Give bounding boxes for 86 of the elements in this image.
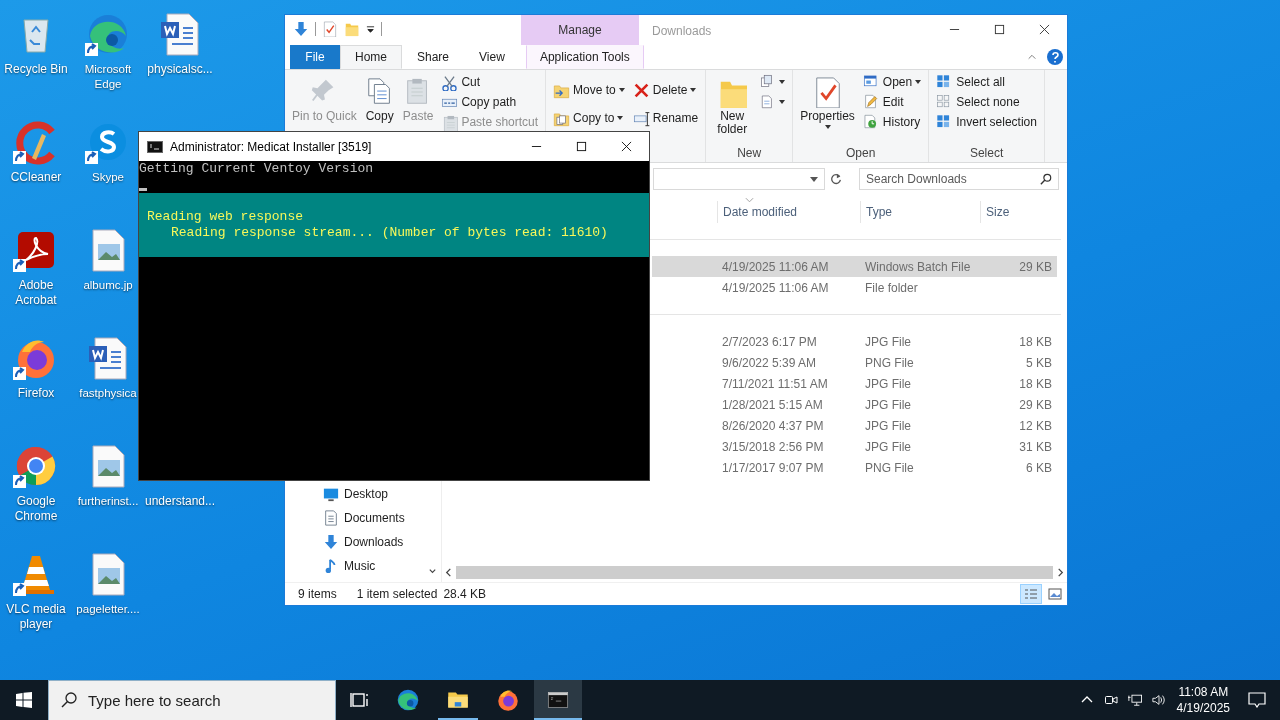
text-cursor (139, 188, 147, 191)
desktop-icon-label[interactable]: Google Chrome (0, 494, 72, 524)
search-icon (1040, 173, 1052, 185)
sort-caret-icon (745, 197, 754, 203)
ribbon-button[interactable]: History (859, 112, 925, 132)
terminal-icon (147, 140, 163, 153)
progress-detail: Reading response stream... (Number of bytes read: 11610) (170, 225, 609, 241)
refresh-icon[interactable] (829, 172, 843, 186)
caret-icon[interactable] (810, 176, 818, 182)
document-icon (323, 510, 339, 526)
window-title: Administrator: Medicat Installer [3519] (170, 139, 372, 154)
ribbon-button[interactable]: Delete (629, 80, 702, 100)
scroll-down-icon[interactable] (428, 567, 437, 576)
ribbon-button[interactable]: Invert selection (933, 112, 1040, 132)
download-icon (323, 534, 339, 550)
file-row[interactable]: 8/26/2020 4:37 PM JPG File 12 KB (652, 415, 1057, 436)
ribbon-tab[interactable]: Share (402, 45, 465, 69)
delete-icon (632, 81, 650, 99)
desktop-icon-label[interactable]: VLC media player (0, 602, 72, 632)
rename-icon (632, 109, 650, 127)
ribbon-tab[interactable]: Application Tools (525, 45, 644, 69)
file-row[interactable]: 4/19/2025 11:06 AM File folder (652, 277, 1057, 298)
clock-date[interactable]: 4/19/2025 (1176, 700, 1230, 716)
nav-pane-item[interactable]: Desktop (323, 482, 441, 506)
help-icon[interactable] (1047, 49, 1063, 65)
ribbon-button[interactable]: Cut (438, 72, 542, 92)
caret-icon[interactable] (366, 24, 375, 34)
nav-pane-item[interactable]: Music (323, 554, 441, 578)
ribbon-button[interactable]: Copy to (550, 108, 628, 128)
properties-icon[interactable] (322, 21, 338, 37)
scrollbar-thumb[interactable] (456, 565, 1053, 579)
search-icon (61, 692, 77, 708)
ribbon-button[interactable]: Copy (361, 72, 398, 127)
search-field[interactable]: Type here to search (48, 680, 336, 720)
ribbon-button[interactable]: Select all (933, 72, 1040, 92)
ribbon-group-label: Select (968, 146, 1005, 162)
file-row[interactable]: 2/7/2023 6:17 PM JPG File 18 KB (652, 331, 1057, 352)
scissors-icon (441, 73, 459, 91)
file-row[interactable]: 3/15/2018 2:56 PM JPG File 31 KB (652, 436, 1057, 457)
clipboard-icon (441, 113, 459, 131)
console-line: Getting Current Ventoy Version (139, 161, 375, 177)
download-icon[interactable] (293, 21, 309, 37)
file-row[interactable]: 7/11/2021 11:51 AM JPG File 18 KB (652, 373, 1057, 394)
file-row[interactable]: 9/6/2022 5:39 AM PNG File 5 KB (652, 352, 1057, 373)
window-title: Downloads (652, 24, 712, 38)
file-menu-button[interactable]: File (290, 45, 340, 69)
ribbon-button[interactable]: Move to (550, 80, 628, 100)
nav-pane-item[interactable]: Downloads (323, 530, 441, 554)
taskbar-app-button[interactable] (534, 680, 582, 720)
ribbon-tab[interactable]: View (464, 45, 520, 69)
edge-icon (395, 687, 421, 713)
list-icon (1024, 588, 1038, 600)
selected-file-row[interactable]: 4/19/2025 11:06 AM Windows Batch File 29 KB (652, 256, 1057, 277)
desktop-icon-label[interactable]: understand... (144, 494, 216, 509)
file-row[interactable]: 1/17/2017 9:07 PM PNG File 6 KB (652, 457, 1057, 478)
ribbon-tab[interactable]: Home (340, 45, 402, 69)
clock-time[interactable]: 11:08 AM (1178, 684, 1229, 700)
image-icon (1048, 588, 1062, 600)
column-header[interactable]: Type (860, 201, 980, 223)
contextual-tab-header: Manage (521, 15, 639, 45)
search-field[interactable]: Search Downloads (859, 168, 1059, 190)
nav-pane-item[interactable]: Documents (323, 506, 441, 530)
ribbon-button[interactable]: Select none (933, 92, 1040, 112)
ribbon-button[interactable]: New folder (710, 72, 755, 140)
ribbon-group-label: New (736, 146, 763, 162)
column-header[interactable]: Date modified (717, 201, 860, 223)
ribbon-button[interactable]: Rename (629, 108, 702, 128)
pencil-icon (862, 93, 880, 111)
selection-count: 1 item selected (356, 587, 438, 601)
column-header[interactable]: Size (980, 201, 1056, 223)
desktop-icon-label[interactable]: pageletter.... (76, 602, 140, 617)
ribbon-button[interactable]: Copy path (438, 92, 542, 112)
ribbon-group-label: Open (845, 146, 877, 162)
file-row[interactable]: 1/28/2021 5:15 AM JPG File 29 KB (652, 394, 1057, 415)
ribbon-button[interactable]: Properties (797, 72, 858, 133)
desktop-icon-label[interactable]: fastphysica (79, 386, 137, 401)
progress-title: Reading web response (147, 209, 305, 225)
ribbon-button[interactable]: Open (859, 72, 925, 92)
item-count: 9 items (298, 587, 337, 601)
scroll-left-icon[interactable] (444, 567, 453, 577)
scroll-right-icon[interactable] (1056, 567, 1065, 577)
notification-icon[interactable] (1248, 692, 1266, 708)
ribbon-button[interactable]: Edit (859, 92, 925, 112)
monitor-icon (323, 486, 339, 502)
desktop-icon-label[interactable]: furtherinst... (77, 494, 139, 509)
selection-size: 28.4 KB (443, 587, 487, 601)
